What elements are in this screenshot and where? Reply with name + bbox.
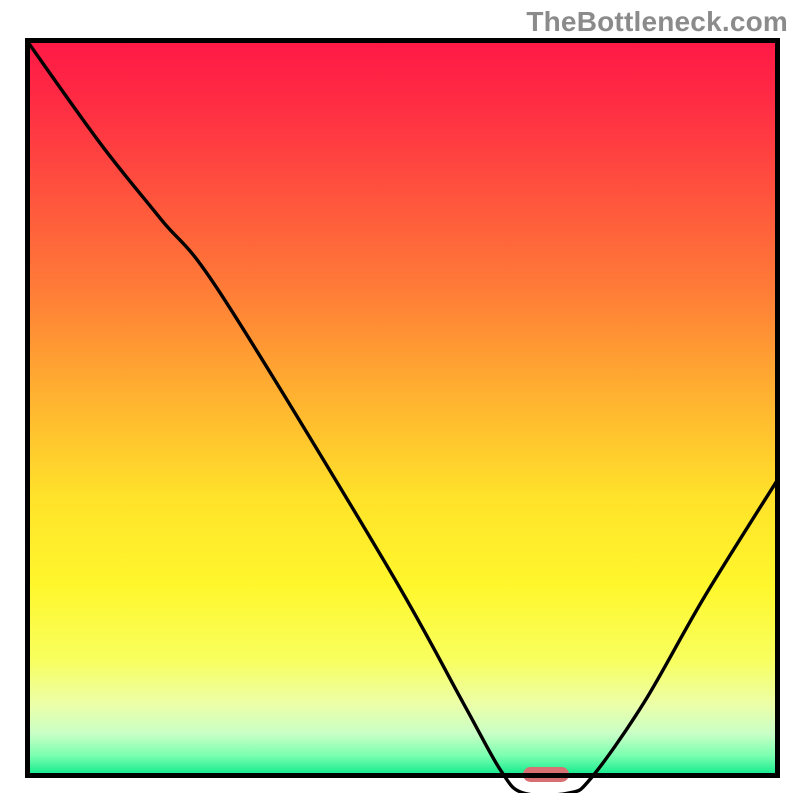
bottleneck-curve	[25, 38, 780, 793]
optimal-marker	[523, 767, 568, 782]
watermark-text: TheBottleneck.com	[526, 6, 788, 38]
plot-area	[25, 38, 780, 778]
curve-svg	[25, 38, 780, 793]
